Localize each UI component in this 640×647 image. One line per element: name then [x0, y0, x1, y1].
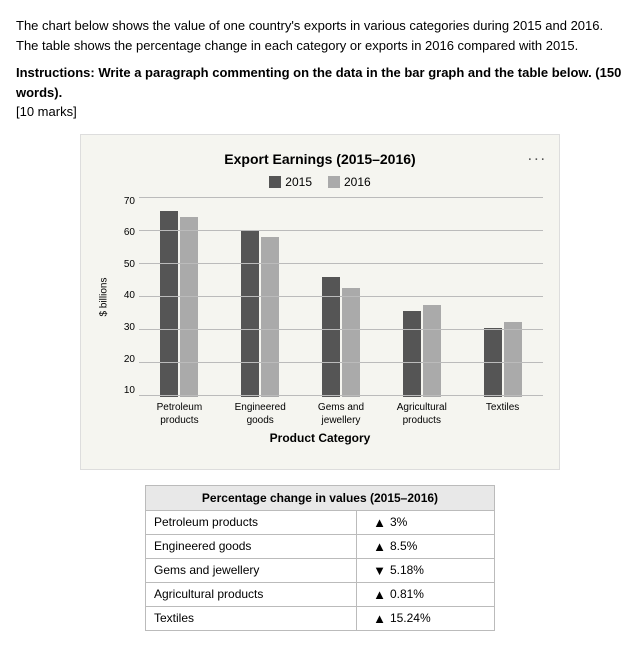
table-cell-value: ▲ 15.24%: [357, 606, 495, 630]
table-body: Petroleum products▲3%Engineered goods▲8.…: [146, 510, 495, 630]
percentage-value: 0.81%: [390, 587, 424, 601]
x-labels-row: PetroleumproductsEngineeredgoodsGems and…: [139, 397, 543, 427]
x-label-0: Petroleumproducts: [139, 397, 220, 427]
y-tick-50: 50: [124, 260, 139, 270]
percentage-value: 15.24%: [390, 611, 431, 625]
bars-area: [139, 197, 543, 397]
legend-2015-label: 2015: [285, 175, 312, 189]
y-tick-20: 20: [124, 355, 139, 365]
table-cell-value: ▲ 0.81%: [357, 582, 495, 606]
table-cell-value: ▼ 5.18%: [357, 558, 495, 582]
bar-2015-4: [484, 328, 502, 397]
bar-2015-1: [241, 231, 259, 397]
arrow-up-icon: ▲: [373, 587, 386, 602]
y-axis-label: $ billions: [99, 257, 110, 337]
chart-title: Export Earnings (2015–2016): [97, 151, 543, 167]
table-row: Gems and jewellery ▼ 5.18%: [146, 558, 495, 582]
bar-group-0: [139, 211, 220, 397]
bar-2015-3: [403, 311, 421, 397]
table-row: Petroleum products▲3%: [146, 510, 495, 534]
bar-2015-0: [160, 211, 178, 397]
table-header: Percentage change in values (2015–2016): [146, 485, 495, 510]
percentage-value: 3%: [390, 515, 407, 529]
bar-group-3: [381, 305, 462, 396]
legend-2016: 2016: [328, 175, 371, 189]
table-row: Agricultural products ▲ 0.81%: [146, 582, 495, 606]
x-label-2: Gems andjewellery: [301, 397, 382, 427]
chart-container: ... Export Earnings (2015–2016) 2015 201…: [80, 134, 560, 470]
table-row: Engineered goods ▲ 8.5%: [146, 534, 495, 558]
percentage-value: 8.5%: [390, 539, 417, 553]
data-table: Percentage change in values (2015–2016) …: [145, 485, 495, 631]
marks-text: [10 marks]: [16, 102, 624, 122]
arrow-down-icon: ▼: [373, 563, 386, 578]
percentage-table: Percentage change in values (2015–2016) …: [145, 485, 495, 631]
table-cell-category: Petroleum products: [146, 510, 357, 534]
instructions-text: Instructions: Write a paragraph commenti…: [16, 63, 624, 102]
bar-2016-2: [342, 288, 360, 397]
bars-row: [139, 197, 543, 397]
legend-2016-box: [328, 176, 340, 188]
y-tick-40: 40: [124, 291, 139, 301]
y-tick-30: 30: [124, 323, 139, 333]
arrow-up-icon: ▲: [373, 539, 386, 554]
table-cell-category: Engineered goods: [146, 534, 357, 558]
legend-2015-box: [269, 176, 281, 188]
x-label-4: Textiles: [462, 397, 543, 427]
legend-2016-label: 2016: [344, 175, 371, 189]
y-tick-70: 70: [124, 197, 139, 207]
table-cell-value: ▲ 8.5%: [357, 534, 495, 558]
y-tick-60: 60: [124, 228, 139, 238]
bar-2016-1: [261, 237, 279, 397]
bar-group-1: [220, 231, 301, 397]
table-cell-category: Gems and jewellery: [146, 558, 357, 582]
legend-2015: 2015: [269, 175, 312, 189]
table-cell-category: Agricultural products: [146, 582, 357, 606]
bar-group-2: [301, 277, 382, 397]
x-axis-title: Product Category: [97, 431, 543, 445]
more-button[interactable]: ...: [528, 147, 547, 165]
table-cell-category: Textiles: [146, 606, 357, 630]
bar-2016-3: [423, 305, 441, 396]
y-tick-10: 10: [124, 386, 139, 396]
table-row: Textiles ▲ 15.24%: [146, 606, 495, 630]
bar-group-4: [462, 322, 543, 396]
x-label-3: Agriculturalproducts: [381, 397, 462, 427]
arrow-up-icon: ▲: [373, 611, 386, 626]
intro-text: The chart below shows the value of one c…: [16, 16, 624, 55]
chart-legend: 2015 2016: [97, 175, 543, 189]
bar-2015-2: [322, 277, 340, 397]
bar-2016-0: [180, 217, 198, 397]
percentage-value: 5.18%: [390, 563, 424, 577]
table-cell-value: ▲3%: [357, 510, 495, 534]
x-label-1: Engineeredgoods: [220, 397, 301, 427]
bar-2016-4: [504, 322, 522, 396]
